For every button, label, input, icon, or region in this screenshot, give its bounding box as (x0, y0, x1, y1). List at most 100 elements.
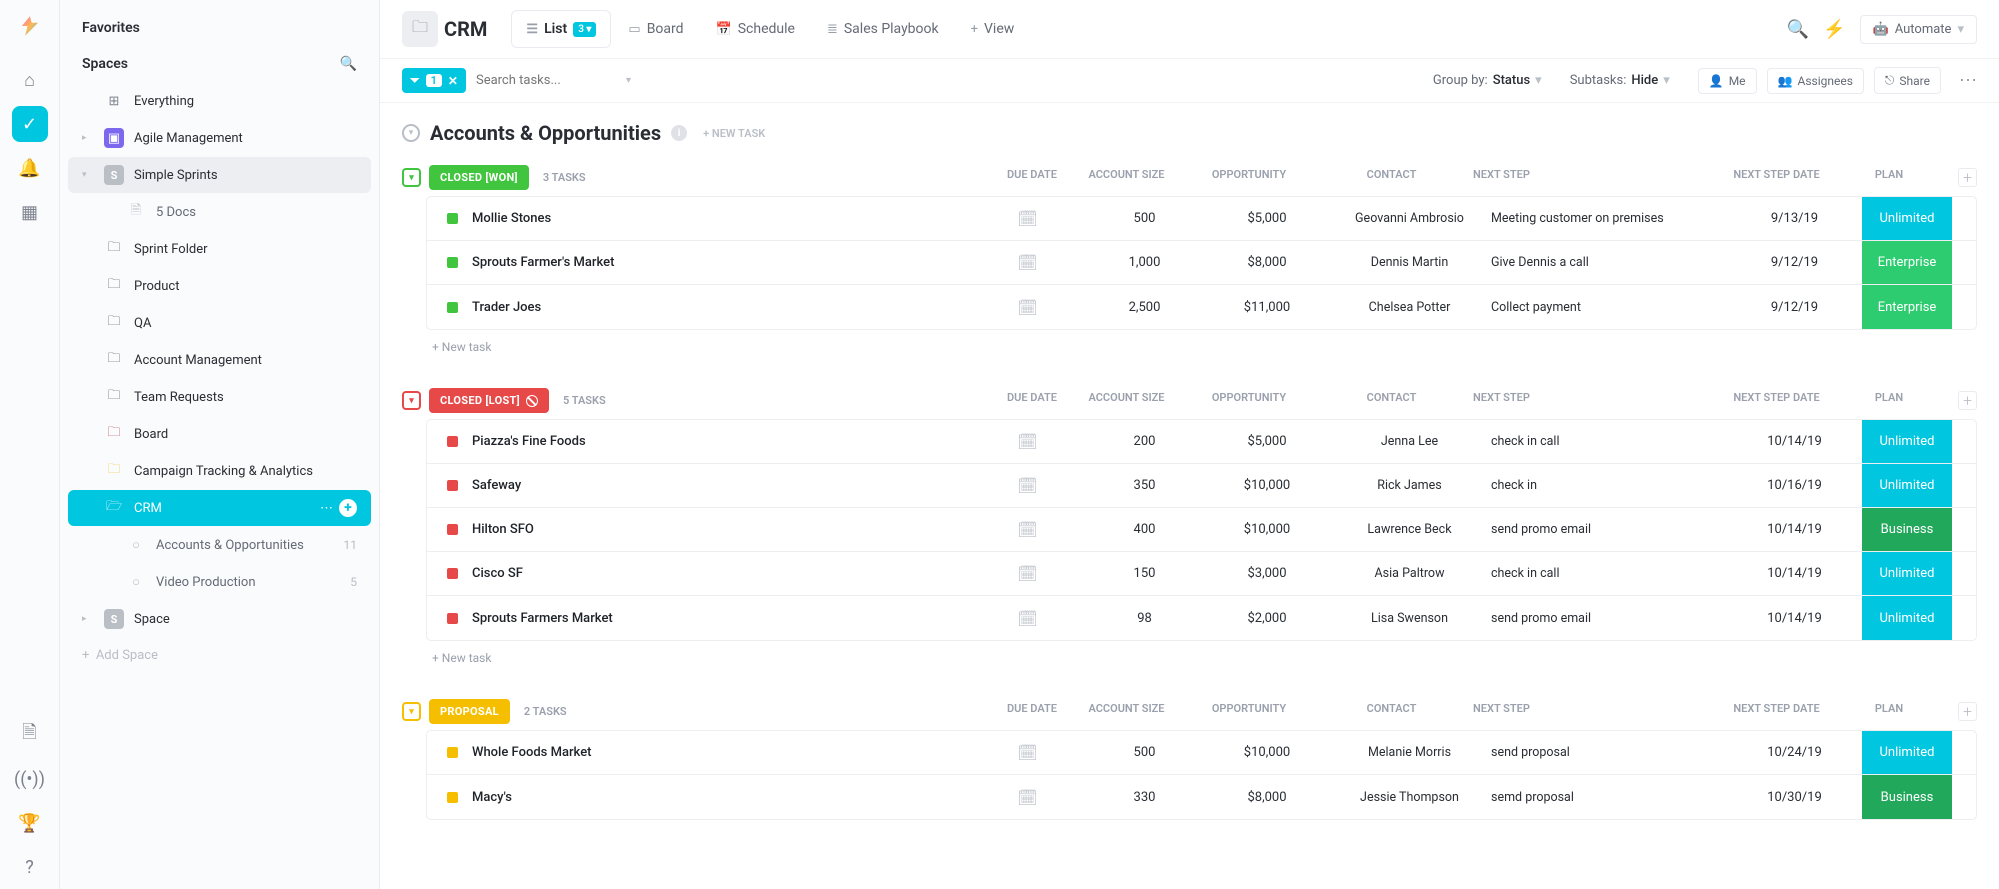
task-name[interactable]: Hilton SFO (472, 522, 980, 537)
col-next-step[interactable]: NEXT STEP (1469, 702, 1709, 721)
col-plan[interactable]: PLAN (1844, 168, 1934, 187)
sidebar-item-5-docs[interactable]: 🗎5 Docs (68, 194, 371, 230)
task-name[interactable]: Safeway (472, 478, 980, 493)
task-name[interactable]: Whole Foods Market (472, 745, 980, 760)
search-input[interactable] (476, 73, 616, 88)
col-next-step-date[interactable]: NEXT STEP DATE (1709, 702, 1844, 721)
tab-sales-playbook[interactable]: ≣Sales Playbook (812, 10, 954, 48)
col-account-size[interactable]: ACCOUNT SIZE (1069, 702, 1184, 721)
status-dot[interactable] (447, 524, 458, 535)
col-due-date[interactable]: DUE DATE (962, 391, 1057, 410)
due-date-cell[interactable]: 🗓 (980, 743, 1075, 762)
plan-cell[interactable]: Unlimited (1862, 197, 1952, 240)
status-badge[interactable]: CLOSED [LOST] (429, 388, 549, 413)
tasks-icon[interactable]: ✓ (12, 106, 48, 142)
col-contact[interactable]: CONTACT (1314, 702, 1469, 721)
status-dot[interactable] (447, 436, 458, 447)
more-icon[interactable]: ⋯ (320, 501, 333, 516)
task-name[interactable]: Sprouts Farmer's Market (472, 255, 980, 270)
col-plan[interactable]: PLAN (1844, 391, 1934, 410)
assignees-button[interactable]: 👥Assignees (1767, 68, 1864, 94)
plan-cell[interactable]: Business (1862, 508, 1952, 551)
task-name[interactable]: Trader Joes (472, 300, 980, 315)
sidebar-item-agile-management[interactable]: ▸▣Agile Management (68, 120, 371, 156)
sidebar-item-space[interactable]: ▸SSpace (68, 601, 371, 637)
sidebar-item-qa[interactable]: 🗀QA (68, 305, 371, 341)
help-icon[interactable]: ? (12, 849, 48, 885)
folder-icon[interactable]: 🗀 (402, 11, 438, 47)
col-next-step-date[interactable]: NEXT STEP DATE (1709, 391, 1844, 410)
col-next-step-date[interactable]: NEXT STEP DATE (1709, 168, 1844, 187)
add-icon[interactable]: + (339, 499, 357, 517)
sidebar-item-simple-sprints[interactable]: ▾SSimple Sprints (68, 157, 371, 193)
due-date-cell[interactable]: 🗓 (980, 298, 1075, 317)
sidebar-item-account-management[interactable]: 🗀Account Management (68, 342, 371, 378)
new-task-button[interactable]: + NEW TASK (703, 127, 765, 140)
sidebar-item-team-requests[interactable]: 🗀Team Requests (68, 379, 371, 415)
sidebar-item-campaign-tracking-analytics[interactable]: 🗀Campaign Tracking & Analytics (68, 453, 371, 489)
plan-cell[interactable]: Enterprise (1862, 241, 1952, 284)
plan-cell[interactable]: Enterprise (1862, 285, 1952, 329)
status-dot[interactable] (447, 747, 458, 758)
col-due-date[interactable]: DUE DATE (962, 168, 1057, 187)
close-icon[interactable]: ✕ (448, 74, 458, 88)
col-opportunity[interactable]: OPPORTUNITY (1184, 168, 1314, 187)
status-toggle-icon[interactable]: ▾ (402, 391, 421, 410)
trophy-icon[interactable]: 🏆 (12, 805, 48, 841)
table-row[interactable]: Sprouts Farmers Market🗓98$2,000Lisa Swen… (427, 596, 1976, 640)
search-icon[interactable]: 🔍 (340, 56, 357, 72)
col-opportunity[interactable]: OPPORTUNITY (1184, 702, 1314, 721)
subtasks-control[interactable]: Subtasks:Hide▾ (1570, 73, 1670, 88)
col-contact[interactable]: CONTACT (1314, 391, 1469, 410)
due-date-cell[interactable]: 🗓 (980, 788, 1075, 807)
table-row[interactable]: Safeway🗓350$10,000Rick Jamescheck in10/1… (427, 464, 1976, 508)
sidebar-item-video-production[interactable]: ○Video Production5 (68, 564, 371, 600)
col-next-step[interactable]: NEXT STEP (1469, 168, 1709, 187)
logo[interactable] (16, 12, 44, 40)
col-due-date[interactable]: DUE DATE (962, 702, 1057, 721)
status-dot[interactable] (447, 568, 458, 579)
new-task-button[interactable]: + New task (432, 340, 1977, 354)
status-badge[interactable]: PROPOSAL (429, 699, 510, 724)
due-date-cell[interactable]: 🗓 (980, 520, 1075, 539)
doc-icon[interactable]: 🗎 (12, 717, 48, 753)
add-column-icon[interactable]: + (1958, 391, 1977, 410)
filter-chip[interactable]: ⏷1✕ (402, 68, 466, 93)
status-badge[interactable]: CLOSED [WON] (429, 165, 529, 190)
task-name[interactable]: Macy's (472, 790, 980, 805)
col-account-size[interactable]: ACCOUNT SIZE (1069, 391, 1184, 410)
sidebar-item-everything[interactable]: ⊞Everything (68, 83, 371, 119)
tab-board[interactable]: ▭Board (613, 10, 698, 48)
sidebar-item-sprint-folder[interactable]: 🗀Sprint Folder (68, 231, 371, 267)
status-toggle-icon[interactable]: ▾ (402, 168, 421, 187)
due-date-cell[interactable]: 🗓 (980, 432, 1075, 451)
add-column-icon[interactable]: + (1958, 168, 1977, 187)
add-space-button[interactable]: + Add Space (60, 638, 379, 673)
table-row[interactable]: Piazza's Fine Foods🗓200$5,000Jenna Leech… (427, 420, 1976, 464)
plan-cell[interactable]: Business (1862, 775, 1952, 819)
tab-view[interactable]: +View (956, 10, 1030, 48)
add-column-icon[interactable]: + (1958, 702, 1977, 721)
collapse-icon[interactable]: ▾ (402, 124, 420, 142)
automate-button[interactable]: 🤖Automate▾ (1860, 15, 1977, 44)
task-name[interactable]: Cisco SF (472, 566, 980, 581)
tab-list[interactable]: ☰List3 ▾ (511, 10, 611, 48)
tab-schedule[interactable]: 📅Schedule (701, 10, 810, 48)
due-date-cell[interactable]: 🗓 (980, 253, 1075, 272)
sidebar-item-crm[interactable]: 🗁CRM⋯+ (68, 490, 371, 526)
sidebar-item-board[interactable]: 🗀Board (68, 416, 371, 452)
apps-icon[interactable]: ▦ (12, 194, 48, 230)
col-opportunity[interactable]: OPPORTUNITY (1184, 391, 1314, 410)
table-row[interactable]: Trader Joes🗓2,500$11,000Chelsea PotterCo… (427, 285, 1976, 329)
table-row[interactable]: Cisco SF🗓150$3,000Asia Paltrowcheck in c… (427, 552, 1976, 596)
groupby-control[interactable]: Group by:Status▾ (1433, 73, 1542, 88)
new-task-button[interactable]: + New task (432, 651, 1977, 665)
plan-cell[interactable]: Unlimited (1862, 731, 1952, 774)
notifications-icon[interactable]: 🔔 (12, 150, 48, 186)
status-dot[interactable] (447, 213, 458, 224)
share-button[interactable]: ⎋Share (1874, 67, 1941, 94)
status-toggle-icon[interactable]: ▾ (402, 702, 421, 721)
home-icon[interactable]: ⌂ (12, 62, 48, 98)
plan-cell[interactable]: Unlimited (1862, 420, 1952, 463)
status-dot[interactable] (447, 302, 458, 313)
